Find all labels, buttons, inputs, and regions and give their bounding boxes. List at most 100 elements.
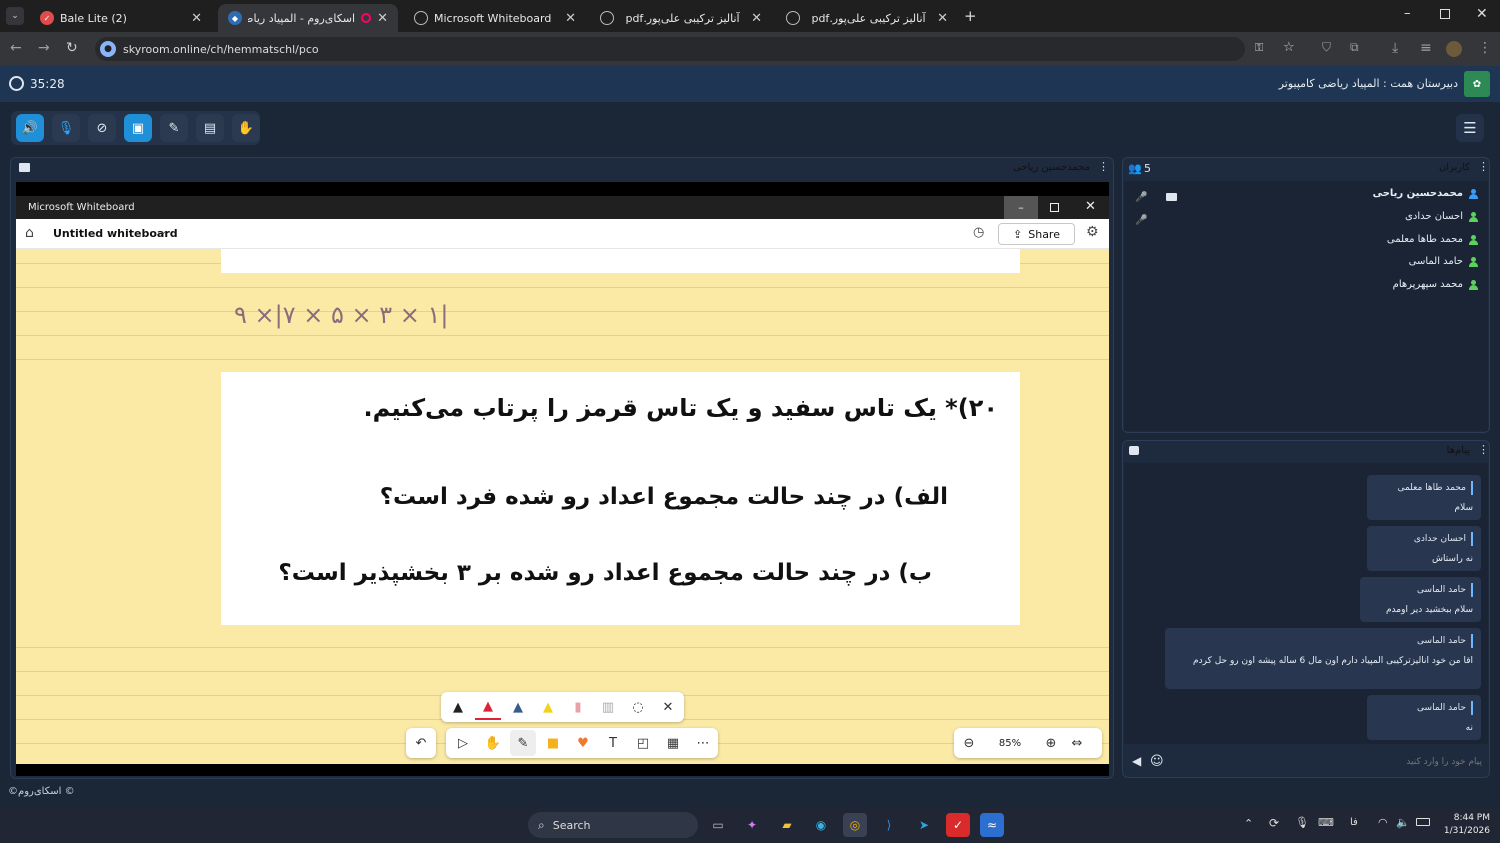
file-explorer-icon[interactable]: ▰ [775, 813, 799, 837]
text-icon[interactable]: T [600, 730, 626, 756]
speaker-button[interactable]: 🔊 [16, 114, 44, 142]
user-row[interactable]: محمد سپهرپرهام [1393, 279, 1478, 290]
windows-start-icon[interactable] [496, 814, 518, 836]
copilot-icon[interactable]: ✦ [740, 813, 764, 837]
battery-icon[interactable] [1416, 818, 1430, 826]
tab-search-button[interactable]: ⌄ [6, 7, 24, 25]
password-key-icon[interactable]: ⚿ [1255, 41, 1263, 55]
volume-icon[interactable]: 🔈 [1396, 816, 1410, 829]
chrome-icon[interactable]: ◎ [843, 813, 867, 837]
wifi-icon[interactable]: ◠ [1378, 816, 1388, 829]
reload-icon[interactable]: ↻ [66, 40, 78, 56]
extension-shield-icon[interactable]: ⛉ [1322, 40, 1331, 55]
blue-pen-icon[interactable]: ▲ [505, 694, 531, 720]
taskbar-time[interactable]: 8:44 PM [1440, 813, 1490, 823]
tab-microsoft-whiteboard[interactable]: Microsoft Whiteboard ✕ [404, 4, 586, 32]
edge-icon[interactable]: ◉ [809, 813, 833, 837]
user-row[interactable]: محمد طاها معلمی [1387, 234, 1478, 245]
zoom-in-icon[interactable]: ⊕ [1038, 730, 1064, 756]
media-control-icon[interactable]: ≡ [1420, 40, 1432, 56]
close-icon[interactable]: ✕ [751, 11, 762, 26]
maximize-button[interactable] [1050, 203, 1059, 212]
task-view-icon[interactable]: ▭ [706, 813, 730, 837]
select-arrow-icon[interactable]: ▷ [450, 730, 476, 756]
chevron-up-icon[interactable]: ⌃ [1244, 817, 1253, 830]
close-icon[interactable]: ✕ [191, 11, 202, 26]
panel-menu-icon[interactable]: ⋮ [1478, 160, 1489, 173]
back-icon[interactable]: ← [10, 40, 22, 56]
chat-input[interactable] [1172, 752, 1482, 772]
close-icon[interactable]: ✕ [377, 11, 388, 26]
minimize-button[interactable]: – [1004, 196, 1038, 219]
black-pen-icon[interactable]: ▲ [445, 694, 471, 720]
home-icon[interactable]: ⌂ [25, 225, 34, 241]
forward-icon[interactable]: → [38, 40, 50, 56]
browser-menu-icon[interactable]: ⋮ [1478, 40, 1492, 56]
tab-pdf-1[interactable]: آنالیز ترکیبی علی‌پور.pdf ✕ [590, 4, 772, 32]
language-icon[interactable]: ﻓﺎ [1350, 817, 1358, 828]
maximize-window-button[interactable] [1440, 9, 1450, 19]
new-tab-button[interactable]: + [964, 7, 977, 25]
fit-to-screen-icon[interactable]: ⇔ [1064, 730, 1090, 756]
problem-image-card[interactable]: ۲۰)* یک تاس سفید و یک تاس قرمز را پرتاب … [221, 372, 1020, 625]
microphone-button[interactable]: 🎙 [52, 114, 80, 142]
mic-tray-icon[interactable]: 🎙 [1295, 816, 1309, 829]
files-button[interactable]: ▤ [196, 114, 224, 142]
close-icon[interactable]: ✕ [937, 11, 948, 26]
site-info-icon[interactable]: ● [100, 41, 116, 57]
keyboard-icon[interactable]: ⌨ [1318, 816, 1334, 829]
undo-icon[interactable]: ↶ [408, 730, 434, 756]
whiteboard-app-icon[interactable]: ≈ [980, 813, 1004, 837]
pen-active-icon[interactable]: ✎ [510, 730, 536, 756]
panel-menu-icon[interactable]: ⋮ [1478, 443, 1489, 456]
sync-icon[interactable]: ⟳ [1269, 816, 1279, 830]
hamburger-menu-button[interactable]: ☰ [1456, 114, 1484, 142]
shapes-icon[interactable]: ◰ [630, 730, 656, 756]
panel-menu-icon[interactable]: ⋮ [1098, 160, 1109, 173]
send-icon[interactable]: ◀ [1132, 754, 1141, 768]
ruler-icon[interactable]: ▥ [595, 694, 621, 720]
taskbar-date[interactable]: 1/31/2026 [1430, 826, 1490, 836]
chevron-down-icon[interactable]: ⌄ [159, 226, 167, 237]
hand-pan-icon[interactable]: ✋ [480, 730, 506, 756]
lasso-icon[interactable]: ◌ [625, 694, 651, 720]
minimize-window-button[interactable]: – [1404, 6, 1411, 21]
templates-icon[interactable]: ▦ [660, 730, 686, 756]
eraser-icon[interactable]: ▮ [565, 694, 591, 720]
camera-off-button[interactable]: ⊘ [88, 114, 116, 142]
taskbar-search-box[interactable]: ⌕ Search [528, 812, 698, 838]
user-row[interactable]: محمدحسین ریاحی [1373, 188, 1478, 199]
close-icon[interactable]: ✕ [565, 11, 576, 26]
screen-share-button[interactable]: ▣ [124, 114, 152, 142]
bookmark-star-icon[interactable]: ☆ [1283, 40, 1295, 55]
address-bar[interactable]: ● skyroom.online/ch/hemmatschl/pco ⚿ ☆ [95, 37, 1295, 61]
close-window-button[interactable]: ✕ [1476, 6, 1488, 22]
pen-tool-button[interactable]: ✎ [160, 114, 188, 142]
red-pen-icon[interactable]: ▲ [475, 694, 501, 720]
tab-bale-lite[interactable]: ✓ Bale Lite (2) ✕ [30, 4, 212, 32]
tab-pdf-2[interactable]: آنالیز ترکیبی علی‌پور.pdf ✕ [776, 4, 958, 32]
zoom-out-icon[interactable]: ⊖ [956, 730, 982, 756]
highlighter-icon[interactable]: ▲ [535, 694, 561, 720]
whiteboard-canvas[interactable]: ۹ ×|۷ × ۵ × ۳ × ۱| ۲۰)* یک تاس سفید و یک… [16, 249, 1109, 764]
more-icon[interactable]: ⋯ [690, 730, 716, 756]
user-row[interactable]: حامد الماسی [1409, 256, 1478, 267]
sticky-note-icon[interactable]: ■ [540, 730, 566, 756]
bale-app-icon[interactable]: ✓ [946, 813, 970, 837]
vscode-icon[interactable]: ⟩ [877, 813, 901, 837]
reactions-heart-icon[interactable]: ♥ [570, 730, 596, 756]
tab-skyroom[interactable]: ◆ اسکای‌روم - المپیاد ریاضی کا ✕ [218, 4, 398, 32]
raise-hand-button[interactable]: ✋ [232, 114, 260, 142]
settings-gear-icon[interactable]: ⚙ [1086, 224, 1099, 240]
previous-image-card[interactable] [221, 249, 1020, 273]
user-row[interactable]: احسان حدادی [1405, 211, 1478, 222]
share-button[interactable]: ⇪ Share [998, 223, 1075, 245]
download-icon[interactable]: ⤓ [1392, 40, 1398, 56]
close-button[interactable]: ✕ [1085, 199, 1096, 214]
timer-icon[interactable]: ◷ [973, 225, 984, 240]
close-tray-icon[interactable]: ✕ [655, 694, 681, 720]
emoji-icon[interactable]: ☺ [1150, 754, 1164, 769]
telegram-icon[interactable]: ➤ [912, 813, 936, 837]
extensions-puzzle-icon[interactable]: ⧉ [1350, 40, 1359, 55]
profile-avatar[interactable] [1446, 41, 1462, 57]
